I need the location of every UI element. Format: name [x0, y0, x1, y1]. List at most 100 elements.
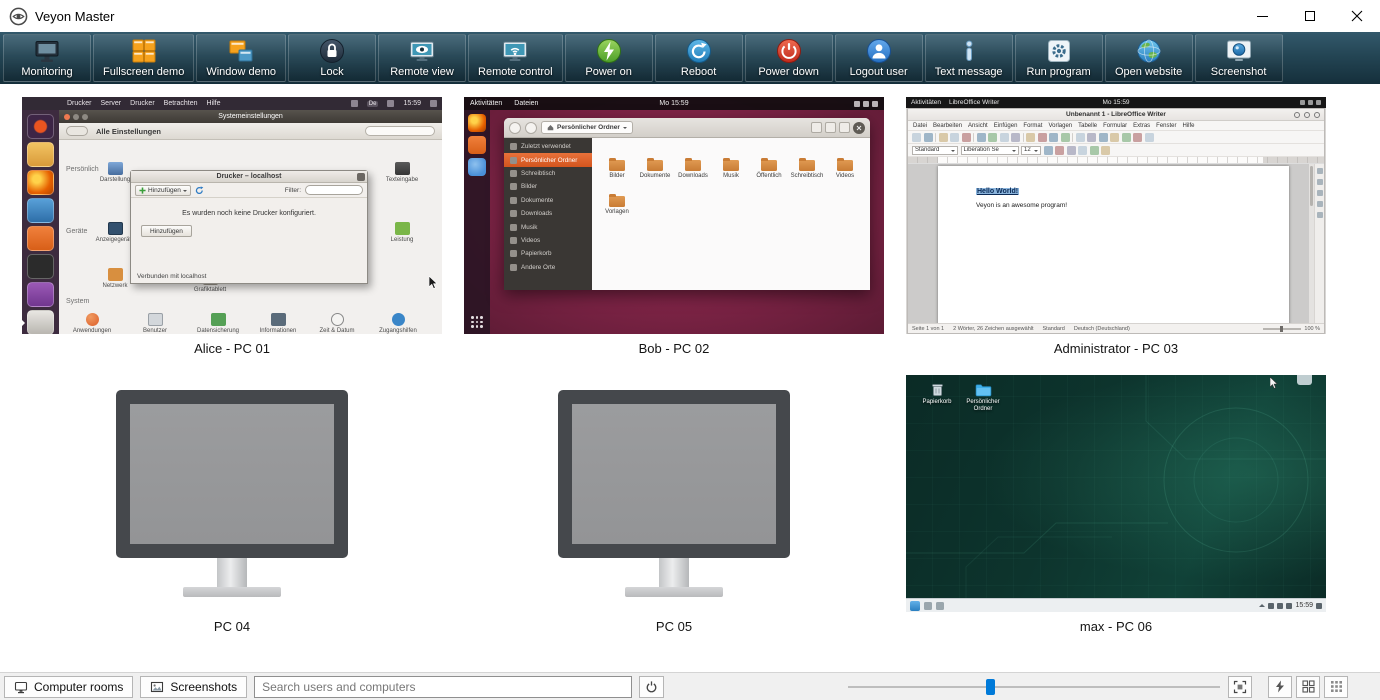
slider-handle[interactable] [986, 679, 995, 695]
folder-icon [799, 160, 815, 171]
search-input[interactable] [254, 676, 632, 698]
folder-icon [647, 160, 663, 171]
toolbar-button-run-program[interactable]: Run program [1015, 34, 1103, 82]
toolbar-button-monitoring[interactable]: Monitoring [3, 34, 91, 82]
unity-launcher [22, 110, 59, 334]
minimize-button[interactable] [1239, 0, 1286, 32]
settings-item: Texteingabe [379, 162, 425, 184]
toolbar-button-lock[interactable]: Lock [288, 34, 376, 82]
grid-view-icon [825, 122, 836, 133]
volume-tray-icon [1277, 603, 1283, 609]
settings-toolbar-title: Alle Einstellungen [96, 127, 161, 136]
users-icon [148, 313, 163, 326]
fullscreen-demo-icon [129, 37, 159, 65]
add-printer-button: Hinzufügen [135, 185, 191, 196]
folder-item: Downloads [674, 160, 712, 180]
folder-icon [609, 196, 625, 207]
settings-toolbar: Alle Einstellungen [59, 123, 442, 140]
printer-dialog-titlebar: Drucker – localhost [131, 171, 367, 183]
thumbnail-size-slider[interactable] [848, 678, 1220, 696]
peek-desktop-icon [1316, 603, 1322, 609]
maximize-icon [1305, 11, 1315, 21]
toolbar-label: Screenshot [1211, 66, 1267, 78]
computer-tile-bob-pc02[interactable]: Aktivitäten Dateien Mo 15:59 Persönliche… [464, 97, 884, 354]
dropdown-caret-icon [183, 190, 187, 194]
gnome-topbar: Aktivitäten Dateien Mo 15:59 [464, 97, 884, 110]
printer-dialog-toolbar: Hinzufügen Filter: [131, 183, 367, 198]
notifications-tray-icon [1286, 603, 1292, 609]
firefox-icon [468, 114, 486, 132]
settings-item: Datensicherung [195, 313, 241, 334]
focused-app-label: Dateien [514, 100, 538, 107]
plasma-toolbox [1297, 375, 1312, 385]
displays-icon [108, 222, 123, 235]
gnome-topbar: Aktivitäten LibreOffice Writer Mo 15:59 [906, 97, 1326, 108]
writer-sidebar [1314, 164, 1324, 323]
toolbar-button-power-down[interactable]: Power down [745, 34, 833, 82]
refresh-icon [195, 186, 204, 195]
maximize-button[interactable] [1286, 0, 1333, 32]
computer-tile-alice-pc01[interactable]: Drucker Server Drucker Betrachten Hilfe … [22, 97, 442, 354]
toolbar-button-reboot[interactable]: Reboot [655, 34, 743, 82]
clock-label: Mo 15:59 [1102, 99, 1129, 106]
slider-track[interactable] [848, 686, 1220, 688]
sidebar-item: Videos [504, 234, 592, 247]
logout-user-icon [864, 37, 894, 65]
close-button[interactable] [1333, 0, 1380, 32]
monitor-screen [130, 404, 334, 544]
monitor-screen [572, 404, 776, 544]
connection-status: Verbunden mit localhost [137, 273, 206, 280]
printer-dialog-title: Drucker – localhost [217, 173, 282, 180]
trash-icon [930, 382, 945, 397]
toolbar-button-window-demo[interactable]: Window demo [196, 34, 286, 82]
computer-tile-pc05[interactable]: PC 05 [464, 375, 884, 632]
network-tray-icon [1268, 603, 1274, 609]
settings-item: Leistung [379, 222, 425, 244]
folder-icon [723, 160, 739, 171]
sidebar-item-selected: Persönlicher Ordner [504, 153, 592, 166]
toolbar-label: Power down [758, 66, 819, 78]
screenshots-icon [150, 680, 164, 694]
computer-tile-max-pc06[interactable]: Papierkorb Persönlicher Ordner [906, 375, 1326, 632]
sidebar-item: Bilder [504, 180, 592, 193]
toolbar-button-open-website[interactable]: Open website [1105, 34, 1193, 82]
settings-item: Informationen [255, 313, 301, 334]
toolbar-button-fullscreen-demo[interactable]: Fullscreen demo [93, 34, 194, 82]
spotlight-button[interactable] [1268, 676, 1292, 698]
toolbar-label: Power on [585, 66, 631, 78]
document-text-line: Hello World! [976, 188, 1019, 195]
forward-button [525, 122, 537, 134]
toolbar-button-power-on[interactable]: Power on [565, 34, 653, 82]
toolbar-button-screenshot[interactable]: Screenshot [1195, 34, 1283, 82]
align-computers-button[interactable] [1324, 676, 1348, 698]
files-icon [27, 142, 54, 167]
toolbar-button-text-message[interactable]: Text message [925, 34, 1013, 82]
monitor-stand [217, 558, 247, 587]
fit-screen-icon [1233, 680, 1247, 694]
no-printers-message: Es wurden noch keine Drucker konfigurier… [131, 210, 367, 217]
toolbar-button-logout-user[interactable]: Logout user [835, 34, 923, 82]
computer-rooms-button[interactable]: Computer rooms [4, 676, 133, 698]
toolbar-button-remote-view[interactable]: Remote view [378, 34, 466, 82]
window-title: Veyon Master [35, 9, 115, 24]
run-program-icon [1044, 37, 1074, 65]
sidebar-item: Downloads [504, 207, 592, 220]
computer-tile-pc04[interactable]: PC 04 [22, 375, 442, 632]
use-custom-positions-button[interactable] [1296, 676, 1320, 698]
menu-item: Server [101, 100, 122, 107]
computer-monitoring-area: Drucker Server Drucker Betrachten Hilfe … [0, 84, 1380, 672]
sidebar-item: Zuletzt verwendet [504, 140, 592, 153]
folder-item: Videos [826, 160, 864, 180]
power-on-icon [594, 37, 624, 65]
applications-icon [86, 313, 99, 326]
screenshots-button[interactable]: Screenshots [140, 676, 247, 698]
toolbar-button-remote-control[interactable]: Remote control [468, 34, 563, 82]
auto-fit-button[interactable] [1228, 676, 1252, 698]
clock-label: Mo 15:59 [659, 100, 688, 107]
computer-tile-administrator-pc03[interactable]: Aktivitäten LibreOffice Writer Mo 15:59 … [906, 97, 1326, 354]
monitor-bezel [558, 390, 790, 558]
add-printer-button-secondary: Hinzufügen [141, 225, 192, 237]
power-menu-button[interactable] [639, 676, 664, 698]
activities-label: Aktivitäten [911, 99, 941, 106]
folder-icon [685, 160, 701, 171]
